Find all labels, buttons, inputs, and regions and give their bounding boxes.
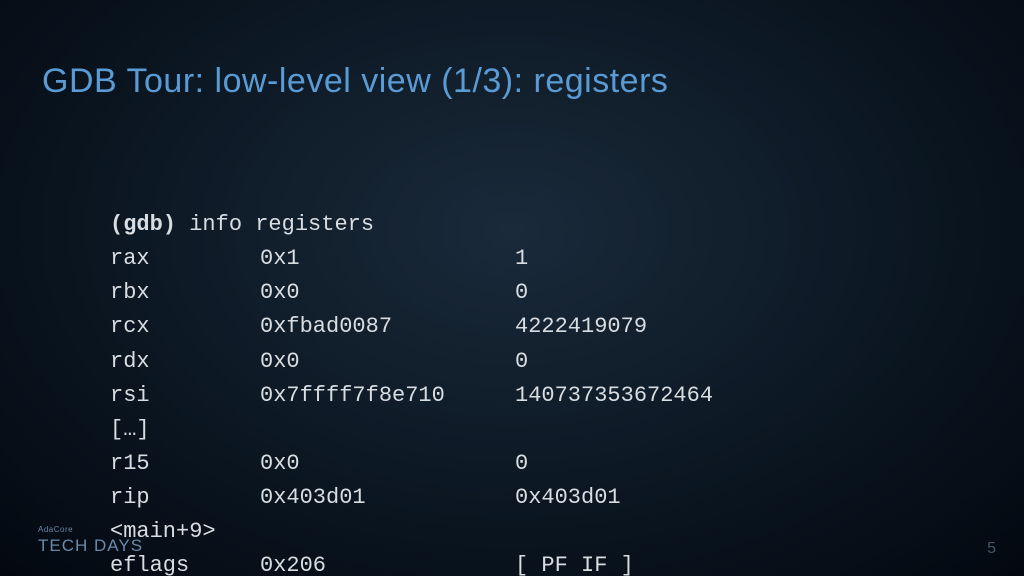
register-row: […] [110, 413, 713, 447]
register-name: rdx [110, 345, 260, 379]
register-name: rip [110, 481, 260, 515]
register-hex: 0x0 [260, 345, 515, 379]
register-dec: 0x403d01 [515, 481, 621, 515]
register-row: rbx0x00 [110, 276, 713, 310]
register-name: rbx [110, 276, 260, 310]
code-block: (gdb) info registersrax0x11rbx0x00rcx0xf… [110, 140, 713, 576]
logo-big-text: TECH DAYS [38, 536, 143, 556]
register-hex: 0x0 [260, 447, 515, 481]
gdb-prompt: (gdb) [110, 212, 176, 237]
page-number: 5 [987, 540, 996, 558]
register-name: r15 [110, 447, 260, 481]
register-dec: 140737353672464 [515, 379, 713, 413]
logo: AdaCore TECH DAYS [38, 525, 143, 556]
register-row: rip0x403d010x403d01 [110, 481, 713, 515]
gdb-command-line: (gdb) info registers [110, 208, 713, 242]
register-name: rax [110, 242, 260, 276]
register-dec: 0 [515, 447, 528, 481]
gdb-command: info registers [189, 212, 374, 237]
register-name: rsi [110, 379, 260, 413]
register-dec: 4222419079 [515, 310, 647, 344]
register-dec: 1 [515, 242, 528, 276]
register-row: r150x00 [110, 447, 713, 481]
register-name: rcx [110, 310, 260, 344]
register-row: rax0x11 [110, 242, 713, 276]
register-name: […] [110, 413, 260, 447]
register-dec: 0 [515, 276, 528, 310]
register-row: rsi0x7ffff7f8e710140737353672464 [110, 379, 713, 413]
register-hex: 0x403d01 [260, 481, 515, 515]
slide-title: GDB Tour: low-level view (1/3): register… [42, 62, 668, 101]
register-row: eflags0x206[ PF IF ] [110, 549, 713, 576]
register-hex: 0x0 [260, 276, 515, 310]
logo-small-text: AdaCore [38, 525, 143, 534]
register-row: rdx0x00 [110, 345, 713, 379]
register-dec: 0 [515, 345, 528, 379]
register-row: rcx0xfbad00874222419079 [110, 310, 713, 344]
register-hex: 0x1 [260, 242, 515, 276]
register-dec: [ PF IF ] [515, 549, 634, 576]
symbol-line: <main+9> [110, 515, 713, 549]
register-hex: 0x206 [260, 549, 515, 576]
register-hex: 0xfbad0087 [260, 310, 515, 344]
register-hex: 0x7ffff7f8e710 [260, 379, 515, 413]
